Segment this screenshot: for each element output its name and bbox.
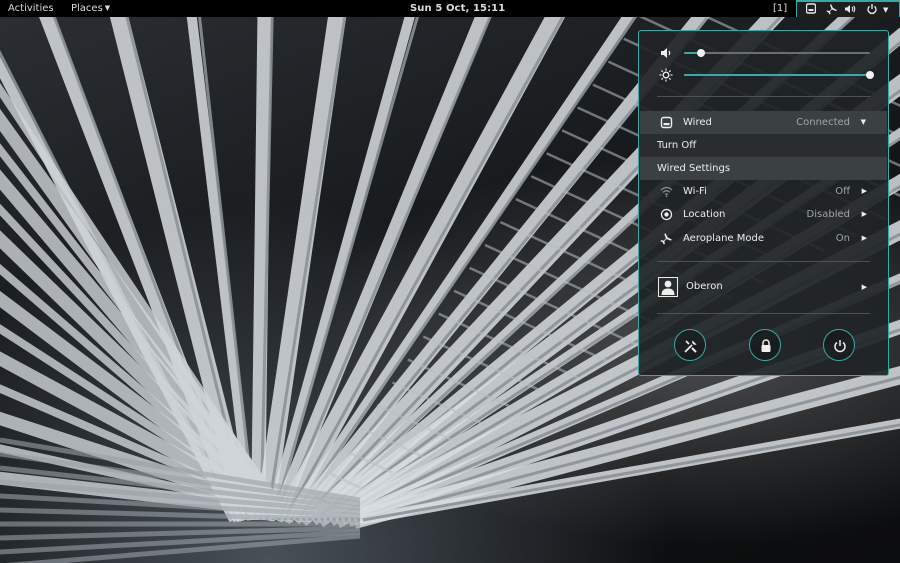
brightness-slider-handle[interactable] [866, 71, 874, 79]
brightness-slider-fill [684, 74, 870, 76]
wifi-item[interactable]: Wi-Fi Off ▶ [640, 180, 887, 203]
chevron-down-icon: ▼ [883, 6, 889, 14]
settings-tools-icon [684, 340, 697, 353]
workspace-indicator[interactable]: [1] [773, 0, 787, 17]
location-item[interactable]: Location Disabled ▶ [640, 203, 887, 226]
wired-label: Wired [683, 117, 712, 128]
user-item[interactable]: Oberon ▶ [640, 275, 887, 299]
clock[interactable]: Sun 5 Oct, 15:11 [410, 0, 505, 17]
top-bar: Activities Places ▼ Sun 5 Oct, 15:11 [1] … [0, 0, 900, 17]
system-status-area[interactable]: ▼ [796, 0, 900, 17]
wired-status: Connected [796, 117, 850, 128]
brightness-slider-row [639, 65, 888, 85]
places-caret-icon: ▼ [104, 4, 111, 12]
settings-button[interactable] [674, 329, 706, 361]
chevron-right-icon: ▶ [861, 283, 867, 291]
network-wired-icon [660, 116, 673, 129]
chevron-down-icon: ▼ [860, 118, 866, 126]
wifi-status: Off [835, 186, 850, 197]
places-label: Places [71, 3, 103, 14]
lock-button[interactable] [749, 329, 781, 361]
activities-button[interactable]: Activities [8, 0, 54, 17]
chevron-right-icon: ▶ [861, 234, 867, 242]
wired-settings-label: Wired Settings [657, 163, 731, 174]
network-wired-icon [806, 3, 816, 14]
avatar [658, 277, 678, 297]
airplane-icon [660, 233, 672, 245]
aeroplane-mode-item[interactable]: Aeroplane Mode On ▶ [640, 227, 887, 250]
wired-network-item[interactable]: Wired Connected ▼ [640, 111, 887, 134]
wired-settings-item[interactable]: Wired Settings [640, 157, 887, 180]
turn-off-label: Turn Off [657, 140, 697, 151]
separator [657, 261, 870, 262]
chevron-right-icon: ▶ [861, 210, 867, 218]
location-icon [660, 208, 673, 221]
location-status: Disabled [806, 209, 850, 220]
separator [657, 96, 870, 97]
aeroplane-label: Aeroplane Mode [683, 233, 764, 244]
location-label: Location [683, 209, 726, 220]
lock-icon [761, 339, 771, 352]
brightness-icon [659, 68, 673, 82]
volume-slider-handle[interactable] [697, 49, 705, 57]
airplane-icon [826, 4, 837, 15]
power-icon [867, 4, 877, 15]
brightness-slider[interactable] [684, 71, 874, 79]
volume-icon [661, 48, 671, 58]
separator [657, 313, 870, 314]
volume-slider[interactable] [684, 49, 870, 57]
power-icon [834, 340, 846, 353]
wifi-label: Wi-Fi [683, 186, 707, 197]
aeroplane-status: On [835, 233, 850, 244]
wifi-icon [660, 186, 673, 198]
chevron-right-icon: ▶ [861, 187, 867, 195]
user-name: Oberon [686, 281, 723, 292]
volume-slider-row [639, 43, 888, 63]
places-menu[interactable]: Places ▼ [71, 0, 110, 17]
system-menu-popup: Wired Connected ▼ Turn Off Wired Setting… [638, 30, 889, 376]
volume-icon [845, 5, 856, 13]
avatar-icon [661, 280, 675, 295]
wired-turn-off-item[interactable]: Turn Off [640, 134, 887, 157]
power-off-button[interactable] [823, 329, 855, 361]
